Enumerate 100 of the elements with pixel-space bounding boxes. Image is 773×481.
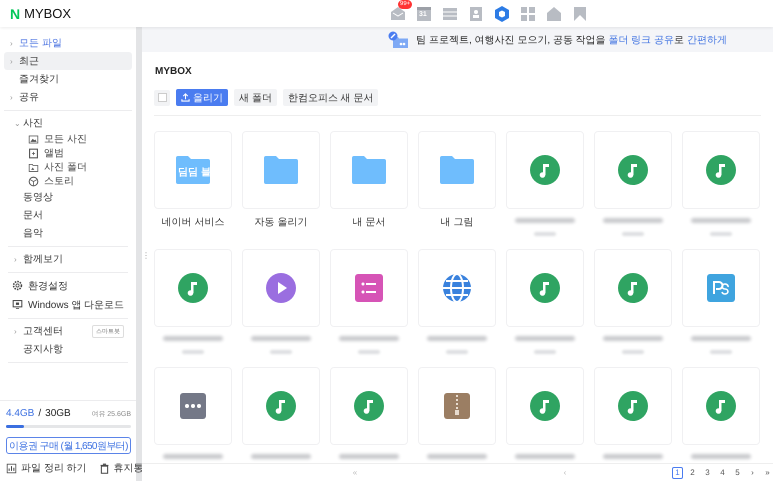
home-app-button[interactable] <box>546 6 562 22</box>
blurred-filename <box>427 454 487 459</box>
folder-name: 네이버 서비스 <box>162 216 224 229</box>
item-label: 모든 사진 <box>44 133 87 146</box>
folder-card[interactable] <box>330 131 408 209</box>
sidebar-subitem[interactable]: 스토리 <box>8 174 128 188</box>
item-label: 동영상 <box>23 191 53 204</box>
separator: / <box>38 408 42 418</box>
toolbar-button[interactable]: 한컴오피스 새 문서 <box>282 89 378 106</box>
zip-file-icon <box>444 393 470 419</box>
folder-name: 자동 올리기 <box>254 216 308 229</box>
blurred-filename <box>515 336 575 341</box>
page-button[interactable]: 2 <box>687 466 698 478</box>
mail-app-button[interactable] <box>390 6 406 22</box>
sidebar-item[interactable]: 공지사항 <box>8 340 128 358</box>
trash-icon <box>98 462 110 474</box>
file-card[interactable] <box>594 367 672 445</box>
file-card[interactable] <box>330 249 408 327</box>
music-note-icon <box>618 391 648 421</box>
music-note-icon <box>530 155 560 185</box>
folder-name: 내 그림 <box>440 216 474 229</box>
file-card[interactable] <box>242 249 320 327</box>
toolbar-button[interactable]: 새 폴더 <box>234 89 277 106</box>
folder-icon <box>440 156 474 184</box>
file-card[interactable] <box>242 367 320 445</box>
file-card[interactable] <box>594 131 672 209</box>
page-button[interactable]: 5 <box>732 466 743 478</box>
sidebar-item[interactable]: › 공유 <box>4 88 132 106</box>
logo-text[interactable]: MYBOX <box>24 6 72 21</box>
blurred-filename <box>691 336 751 341</box>
folder-name: 내 문서 <box>352 216 386 229</box>
folder-card[interactable] <box>418 131 496 209</box>
file-card[interactable] <box>418 367 496 445</box>
page-button[interactable]: 4 <box>717 466 728 478</box>
file-card[interactable] <box>154 249 232 327</box>
page-title: MYBOX <box>155 66 193 77</box>
page-button[interactable]: 1 <box>672 466 683 478</box>
file-card[interactable] <box>506 367 584 445</box>
bookmark-app-button[interactable] <box>572 6 588 22</box>
music-note-icon <box>266 391 296 421</box>
mybox-app-button[interactable] <box>494 6 510 22</box>
page-button[interactable]: 3 <box>702 466 713 478</box>
purchase-button[interactable]: 이용권 구매 (월 1,650원부터) <box>6 437 131 454</box>
folder-label: 딤딤 블 <box>178 166 211 179</box>
sidebar-link[interactable]: Windows 앱 다운로드 <box>8 295 128 314</box>
file-card[interactable] <box>682 249 760 327</box>
sidebar-item[interactable]: 동영상 <box>8 188 128 206</box>
sidebar-item[interactable]: ⌄ 사진 <box>8 114 128 132</box>
file-card[interactable] <box>506 249 584 327</box>
select-all-checkbox[interactable] <box>154 90 170 106</box>
sidebar-item[interactable]: 즐겨찾기 <box>4 70 132 88</box>
sidebar-item[interactable]: › 모든 파일 <box>4 34 132 52</box>
file-card[interactable] <box>682 367 760 445</box>
sidebar-item[interactable]: 문서 <box>8 206 128 224</box>
image-editor-file-icon <box>707 274 735 302</box>
list-icon <box>442 6 458 22</box>
toolbar-button[interactable]: 올리기 <box>176 89 228 106</box>
file-card[interactable] <box>506 131 584 209</box>
sidebar-subitem[interactable]: 사진 폴더 <box>8 160 128 174</box>
sidebar-subitem[interactable]: 앨범 <box>8 146 128 160</box>
blurred-filename <box>163 336 223 341</box>
more-file-icon <box>180 393 206 419</box>
folder-icon <box>28 162 39 172</box>
item-label: 스토리 <box>44 175 74 188</box>
music-note-icon <box>706 391 736 421</box>
folder-card[interactable] <box>242 131 320 209</box>
file-card[interactable] <box>330 367 408 445</box>
item-label: 공유 <box>19 91 39 104</box>
sidebar-subitem[interactable]: 모든 사진 <box>8 132 128 146</box>
last-page-button[interactable]: » <box>762 466 773 478</box>
blurred-filename <box>691 218 751 223</box>
next-page-button[interactable]: › <box>747 466 758 478</box>
calendar-icon <box>416 6 432 22</box>
shared-folder-icon <box>388 30 410 48</box>
blurred-filename <box>251 336 311 341</box>
folder-icon <box>352 156 386 184</box>
list-app-button[interactable] <box>442 6 458 22</box>
item-label: 함께보기 <box>23 253 63 266</box>
file-card[interactable] <box>154 367 232 445</box>
blurred-filename <box>163 454 223 459</box>
sidebar-action[interactable]: 휴지통 <box>98 461 144 475</box>
file-card[interactable] <box>594 249 672 327</box>
file-card[interactable] <box>418 249 496 327</box>
apps-app-button[interactable] <box>520 6 536 22</box>
item-label: 앨범 <box>44 147 64 160</box>
story-icon <box>28 176 39 186</box>
home-icon <box>546 6 562 22</box>
album-icon <box>28 148 39 158</box>
sidebar-item[interactable]: › 함께보기 <box>8 250 128 268</box>
contact-app-button[interactable] <box>468 6 484 22</box>
link-label: 환경설정 <box>28 280 68 292</box>
sidebar-item[interactable]: 음악 <box>8 224 128 242</box>
item-label: 고객센터 <box>23 325 63 338</box>
sidebar-action[interactable]: 파일 정리 하기 <box>6 461 87 475</box>
sidebar-item[interactable]: › 최근 <box>4 52 132 70</box>
file-card[interactable] <box>682 131 760 209</box>
link-label: Windows 앱 다운로드 <box>28 298 124 312</box>
play-icon <box>266 273 296 303</box>
blurred-filename <box>603 336 663 341</box>
sidebar-link[interactable]: 환경설정 <box>8 276 128 295</box>
